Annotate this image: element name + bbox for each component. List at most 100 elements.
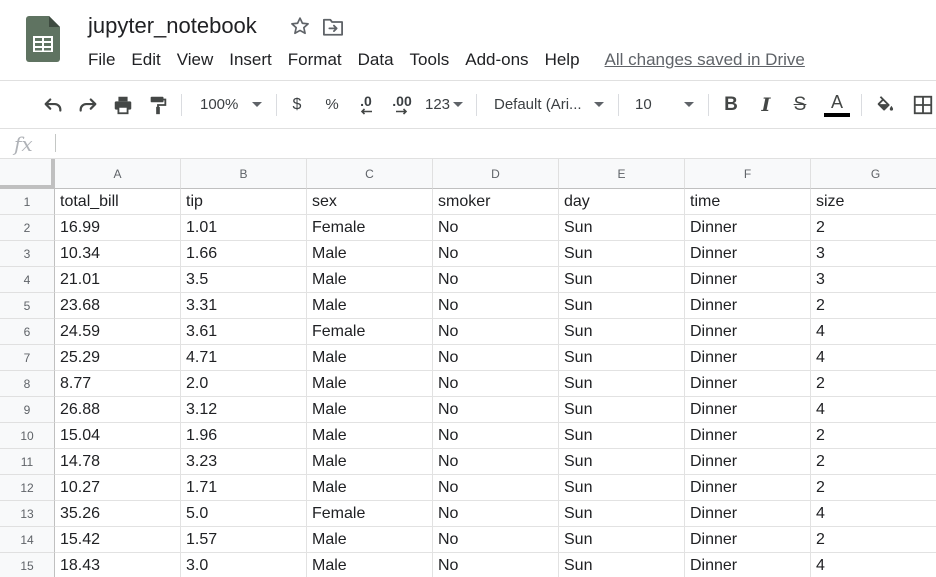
cell[interactable]: 3.31: [181, 293, 307, 319]
row-header[interactable]: 7: [0, 345, 55, 371]
cell[interactable]: 3.0: [181, 553, 307, 577]
cell[interactable]: Dinner: [685, 319, 811, 345]
header-cell[interactable]: smoker: [433, 189, 559, 215]
cell[interactable]: Male: [307, 293, 433, 319]
cell[interactable]: 1.96: [181, 423, 307, 449]
cell[interactable]: 3.5: [181, 267, 307, 293]
document-title[interactable]: jupyter_notebook: [88, 12, 257, 40]
font-family-select[interactable]: Default (Ari...: [486, 81, 610, 128]
column-header-f[interactable]: F: [685, 159, 811, 189]
cell[interactable]: Dinner: [685, 553, 811, 577]
text-color-button[interactable]: A: [822, 81, 852, 128]
select-all-corner[interactable]: [0, 159, 55, 189]
cell[interactable]: 3.23: [181, 449, 307, 475]
cell[interactable]: 15.42: [55, 527, 181, 553]
menu-view[interactable]: View: [169, 48, 222, 72]
cell[interactable]: 14.78: [55, 449, 181, 475]
cell[interactable]: No: [433, 293, 559, 319]
column-header-e[interactable]: E: [559, 159, 685, 189]
cell[interactable]: 3.12: [181, 397, 307, 423]
menu-format[interactable]: Format: [280, 48, 350, 72]
column-header-d[interactable]: D: [433, 159, 559, 189]
cell[interactable]: 10.34: [55, 241, 181, 267]
cell[interactable]: Male: [307, 553, 433, 577]
cell[interactable]: Male: [307, 397, 433, 423]
paint-format-icon[interactable]: [145, 81, 171, 128]
zoom-select[interactable]: 100%: [192, 81, 272, 128]
header-cell[interactable]: tip: [181, 189, 307, 215]
menu-data[interactable]: Data: [350, 48, 402, 72]
cell[interactable]: No: [433, 501, 559, 527]
cell[interactable]: 1.71: [181, 475, 307, 501]
formula-input[interactable]: [62, 129, 932, 158]
cell[interactable]: Sun: [559, 319, 685, 345]
cell[interactable]: Male: [307, 345, 433, 371]
cell[interactable]: Sun: [559, 345, 685, 371]
cell[interactable]: 10.27: [55, 475, 181, 501]
cell[interactable]: 2: [811, 293, 936, 319]
cell[interactable]: Male: [307, 423, 433, 449]
increase-decimal-button[interactable]: .00: [387, 81, 417, 128]
cell[interactable]: Sun: [559, 267, 685, 293]
cell[interactable]: 21.01: [55, 267, 181, 293]
cell[interactable]: Dinner: [685, 241, 811, 267]
cell[interactable]: Sun: [559, 215, 685, 241]
cell[interactable]: 18.43: [55, 553, 181, 577]
print-icon[interactable]: [110, 81, 136, 128]
cell[interactable]: Female: [307, 319, 433, 345]
borders-icon[interactable]: [910, 81, 936, 128]
cell[interactable]: 25.29: [55, 345, 181, 371]
menu-file[interactable]: File: [80, 48, 123, 72]
cell[interactable]: Dinner: [685, 527, 811, 553]
header-cell[interactable]: day: [559, 189, 685, 215]
row-header[interactable]: 15: [0, 553, 55, 577]
currency-format-button[interactable]: $: [286, 81, 308, 128]
cell[interactable]: Dinner: [685, 345, 811, 371]
column-header-c[interactable]: C: [307, 159, 433, 189]
cell[interactable]: Dinner: [685, 371, 811, 397]
column-header-a[interactable]: A: [55, 159, 181, 189]
cell[interactable]: No: [433, 371, 559, 397]
cell[interactable]: No: [433, 553, 559, 577]
cell[interactable]: Male: [307, 371, 433, 397]
cell[interactable]: Sun: [559, 293, 685, 319]
cell[interactable]: 26.88: [55, 397, 181, 423]
cell[interactable]: Sun: [559, 371, 685, 397]
cell[interactable]: Dinner: [685, 449, 811, 475]
menu-edit[interactable]: Edit: [123, 48, 168, 72]
menu-add-ons[interactable]: Add-ons: [457, 48, 536, 72]
cell[interactable]: 2: [811, 423, 936, 449]
menu-tools[interactable]: Tools: [402, 48, 458, 72]
row-header[interactable]: 12: [0, 475, 55, 501]
cell[interactable]: Sun: [559, 449, 685, 475]
cell[interactable]: Dinner: [685, 267, 811, 293]
cell[interactable]: 1.01: [181, 215, 307, 241]
cell[interactable]: Dinner: [685, 215, 811, 241]
cell[interactable]: Male: [307, 475, 433, 501]
undo-icon[interactable]: [40, 81, 66, 128]
cell[interactable]: Male: [307, 241, 433, 267]
redo-icon[interactable]: [75, 81, 101, 128]
row-header[interactable]: 10: [0, 423, 55, 449]
cell[interactable]: 8.77: [55, 371, 181, 397]
cell[interactable]: No: [433, 319, 559, 345]
row-header[interactable]: 2: [0, 215, 55, 241]
cell[interactable]: Female: [307, 215, 433, 241]
menu-insert[interactable]: Insert: [221, 48, 280, 72]
row-header[interactable]: 1: [0, 189, 55, 215]
cell[interactable]: Sun: [559, 553, 685, 577]
row-header[interactable]: 9: [0, 397, 55, 423]
row-header[interactable]: 11: [0, 449, 55, 475]
cell[interactable]: Male: [307, 267, 433, 293]
cell[interactable]: Sun: [559, 397, 685, 423]
cell[interactable]: 4: [811, 553, 936, 577]
cell[interactable]: No: [433, 449, 559, 475]
cell[interactable]: No: [433, 527, 559, 553]
row-header[interactable]: 13: [0, 501, 55, 527]
cell[interactable]: No: [433, 423, 559, 449]
cell[interactable]: 4.71: [181, 345, 307, 371]
cell[interactable]: No: [433, 215, 559, 241]
header-cell[interactable]: size: [811, 189, 936, 215]
fill-color-icon[interactable]: [872, 81, 898, 128]
cell[interactable]: 5.0: [181, 501, 307, 527]
